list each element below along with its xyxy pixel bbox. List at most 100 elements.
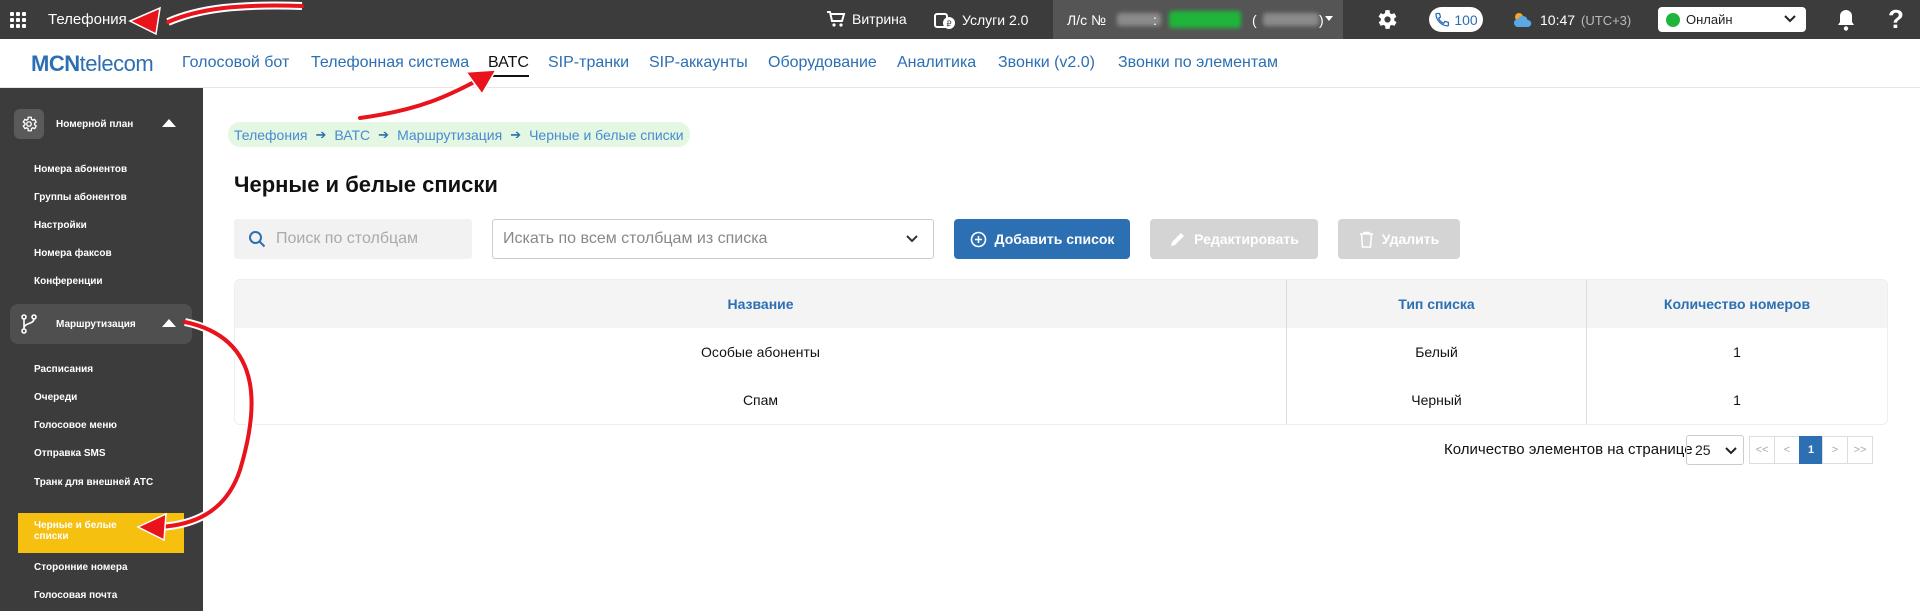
per-page-value: 25 — [1695, 442, 1711, 458]
table-header: Название Тип списка Количество номеров — [235, 280, 1887, 328]
cell-type: Черный — [1287, 376, 1587, 424]
app-title[interactable]: Телефония — [48, 11, 127, 28]
section-title: Маршрутизация — [56, 318, 136, 330]
account-name-redacted — [1263, 13, 1319, 26]
logo-bold: MCN — [31, 51, 80, 76]
add-list-label: Добавить список — [994, 231, 1115, 247]
table-row[interactable]: Особые абоненты Белый 1 — [235, 328, 1887, 376]
apps-grid-icon[interactable] — [10, 12, 26, 28]
add-list-button[interactable]: Добавить список — [954, 219, 1130, 259]
column-header-name[interactable]: Название — [235, 280, 1287, 328]
cart-icon — [827, 11, 846, 27]
delete-label: Удалить — [1381, 231, 1440, 247]
cell-type: Белый — [1287, 328, 1587, 376]
cell-count: 1 — [1733, 344, 1741, 360]
nav-sip-accounts[interactable]: SIP-аккаунты — [649, 54, 748, 72]
nav-voice-bot[interactable]: Голосовой бот — [182, 54, 289, 72]
account-selector[interactable]: Л/с № : ( ) — [1053, 0, 1343, 39]
nav-sip-trunks[interactable]: SIP-транки — [548, 54, 629, 72]
sidebar-section-numbering-plan[interactable]: Номерной план — [10, 104, 192, 144]
time-value: 10:47 — [1540, 12, 1576, 28]
services-link[interactable]: ₽ Услуги 2.0 — [934, 10, 1028, 30]
status-select[interactable]: Онлайн — [1658, 7, 1806, 32]
help-icon[interactable]: ? — [1888, 4, 1904, 35]
top-bar: Телефония Витрина ₽ Услуги 2.0 Л/с № : (… — [0, 0, 1920, 39]
clock: 10:47 (UTC+3) — [1512, 11, 1631, 29]
breadcrumb-telephony[interactable]: Телефония — [234, 127, 307, 143]
column-header-count[interactable]: Количество номеров — [1587, 280, 1887, 328]
sidebar-item-schedules[interactable]: Расписания — [34, 364, 93, 375]
nav-equipment[interactable]: Оборудование — [768, 54, 877, 72]
online-status-icon — [1666, 12, 1680, 27]
account-balance-redacted — [1169, 11, 1241, 28]
sidebar-item-third-party-numbers[interactable]: Сторонние номера — [34, 562, 128, 573]
cell-name: Спам — [235, 376, 1287, 424]
gear-icon — [14, 109, 44, 139]
calls-count: 100 — [1454, 11, 1478, 28]
nav-phone-system[interactable]: Телефонная система — [311, 54, 469, 72]
sidebar-item-label: Черные и белые списки — [34, 520, 117, 542]
sidebar-section-routing[interactable]: Маршрутизация — [10, 304, 192, 344]
sidebar-item-queues[interactable]: Очереди — [34, 392, 77, 403]
lists-table: Название Тип списка Количество номеров О… — [234, 279, 1888, 425]
services-icon: ₽ — [934, 13, 955, 29]
phone-icon — [1435, 12, 1450, 27]
collapse-triangle-icon — [162, 119, 176, 127]
main-nav: MCNtelecom Голосовой бот Телефонная сист… — [0, 39, 1920, 88]
bell-icon[interactable] — [1835, 8, 1857, 32]
per-page-select[interactable]: 25 — [1686, 435, 1744, 465]
logo-light: telecom — [79, 51, 154, 76]
cell-name: Особые абоненты — [235, 328, 1287, 376]
pagination: << < 1 > >> — [1749, 436, 1873, 464]
vitrina-link[interactable]: Витрина — [826, 10, 907, 28]
chevron-down-icon — [1784, 15, 1796, 23]
sidebar-item-voice-menu[interactable]: Голосовое меню — [34, 420, 117, 431]
next-page-button[interactable]: > — [1822, 436, 1848, 464]
sidebar-item-fax-numbers[interactable]: Номера факсов — [34, 248, 112, 259]
mcn-logo[interactable]: MCNtelecom — [31, 51, 154, 77]
arrow-right-icon: ➔ — [378, 126, 390, 142]
page-title: Черные и белые списки — [234, 172, 498, 197]
search-box[interactable] — [234, 219, 472, 259]
nav-analytics[interactable]: Аналитика — [897, 54, 976, 72]
sidebar: Номерной план Номера абонентов Группы аб… — [0, 88, 203, 611]
current-page-button[interactable]: 1 — [1799, 436, 1823, 464]
account-caret-icon — [1325, 16, 1333, 21]
nav-vats[interactable]: ВАТС — [488, 54, 529, 77]
sidebar-item-black-white-lists[interactable]: Черные и белые списки — [18, 513, 184, 553]
calls-counter[interactable]: 100 — [1429, 7, 1483, 32]
nav-calls-by-elements[interactable]: Звонки по элементам — [1118, 54, 1278, 72]
column-filter-value: Искать по всем столбцам из списка — [503, 230, 768, 247]
sidebar-item-subscriber-numbers[interactable]: Номера абонентов — [34, 164, 127, 175]
column-filter-select[interactable]: Искать по всем столбцам из списка — [492, 219, 934, 259]
services-label: Услуги 2.0 — [962, 12, 1029, 28]
first-page-button[interactable]: << — [1749, 436, 1775, 464]
chevron-down-icon — [1725, 447, 1737, 455]
prev-page-button[interactable]: < — [1774, 436, 1800, 464]
column-header-type[interactable]: Тип списка — [1287, 280, 1587, 328]
account-label: Л/с № — [1067, 12, 1106, 28]
vitrina-label: Витрина — [852, 11, 907, 27]
breadcrumb-vats[interactable]: ВАТС — [334, 127, 370, 143]
routing-branch-icon — [14, 309, 44, 339]
search-icon — [249, 231, 266, 248]
search-input[interactable] — [276, 230, 466, 248]
sidebar-item-conferences[interactable]: Конференции — [34, 276, 103, 287]
arrow-right-icon: ➔ — [510, 126, 522, 142]
sidebar-item-settings[interactable]: Настройки — [34, 220, 87, 231]
sidebar-item-send-sms[interactable]: Отправка SMS — [34, 448, 106, 459]
sidebar-item-voicemail[interactable]: Голосовая почта — [34, 590, 117, 601]
settings-gear-icon[interactable] — [1374, 7, 1399, 32]
nav-calls-v2[interactable]: Звонки (v2.0) — [998, 54, 1095, 72]
breadcrumb: Телефония ➔ ВАТС ➔ Маршрутизация ➔ Черны… — [228, 122, 690, 147]
sidebar-item-subscriber-groups[interactable]: Группы абонентов — [34, 192, 127, 203]
delete-button[interactable]: Удалить — [1338, 219, 1460, 259]
table-row[interactable]: Спам Черный 1 — [235, 376, 1887, 424]
last-page-button[interactable]: >> — [1847, 436, 1873, 464]
account-colon: : — [1153, 12, 1157, 28]
account-paren-close: ) — [1319, 12, 1324, 28]
edit-button[interactable]: Редактировать — [1150, 219, 1318, 259]
breadcrumb-routing[interactable]: Маршрутизация — [397, 127, 502, 143]
sidebar-item-external-trunk[interactable]: Транк для внешней АТС — [34, 477, 154, 488]
chevron-down-icon — [906, 235, 918, 243]
